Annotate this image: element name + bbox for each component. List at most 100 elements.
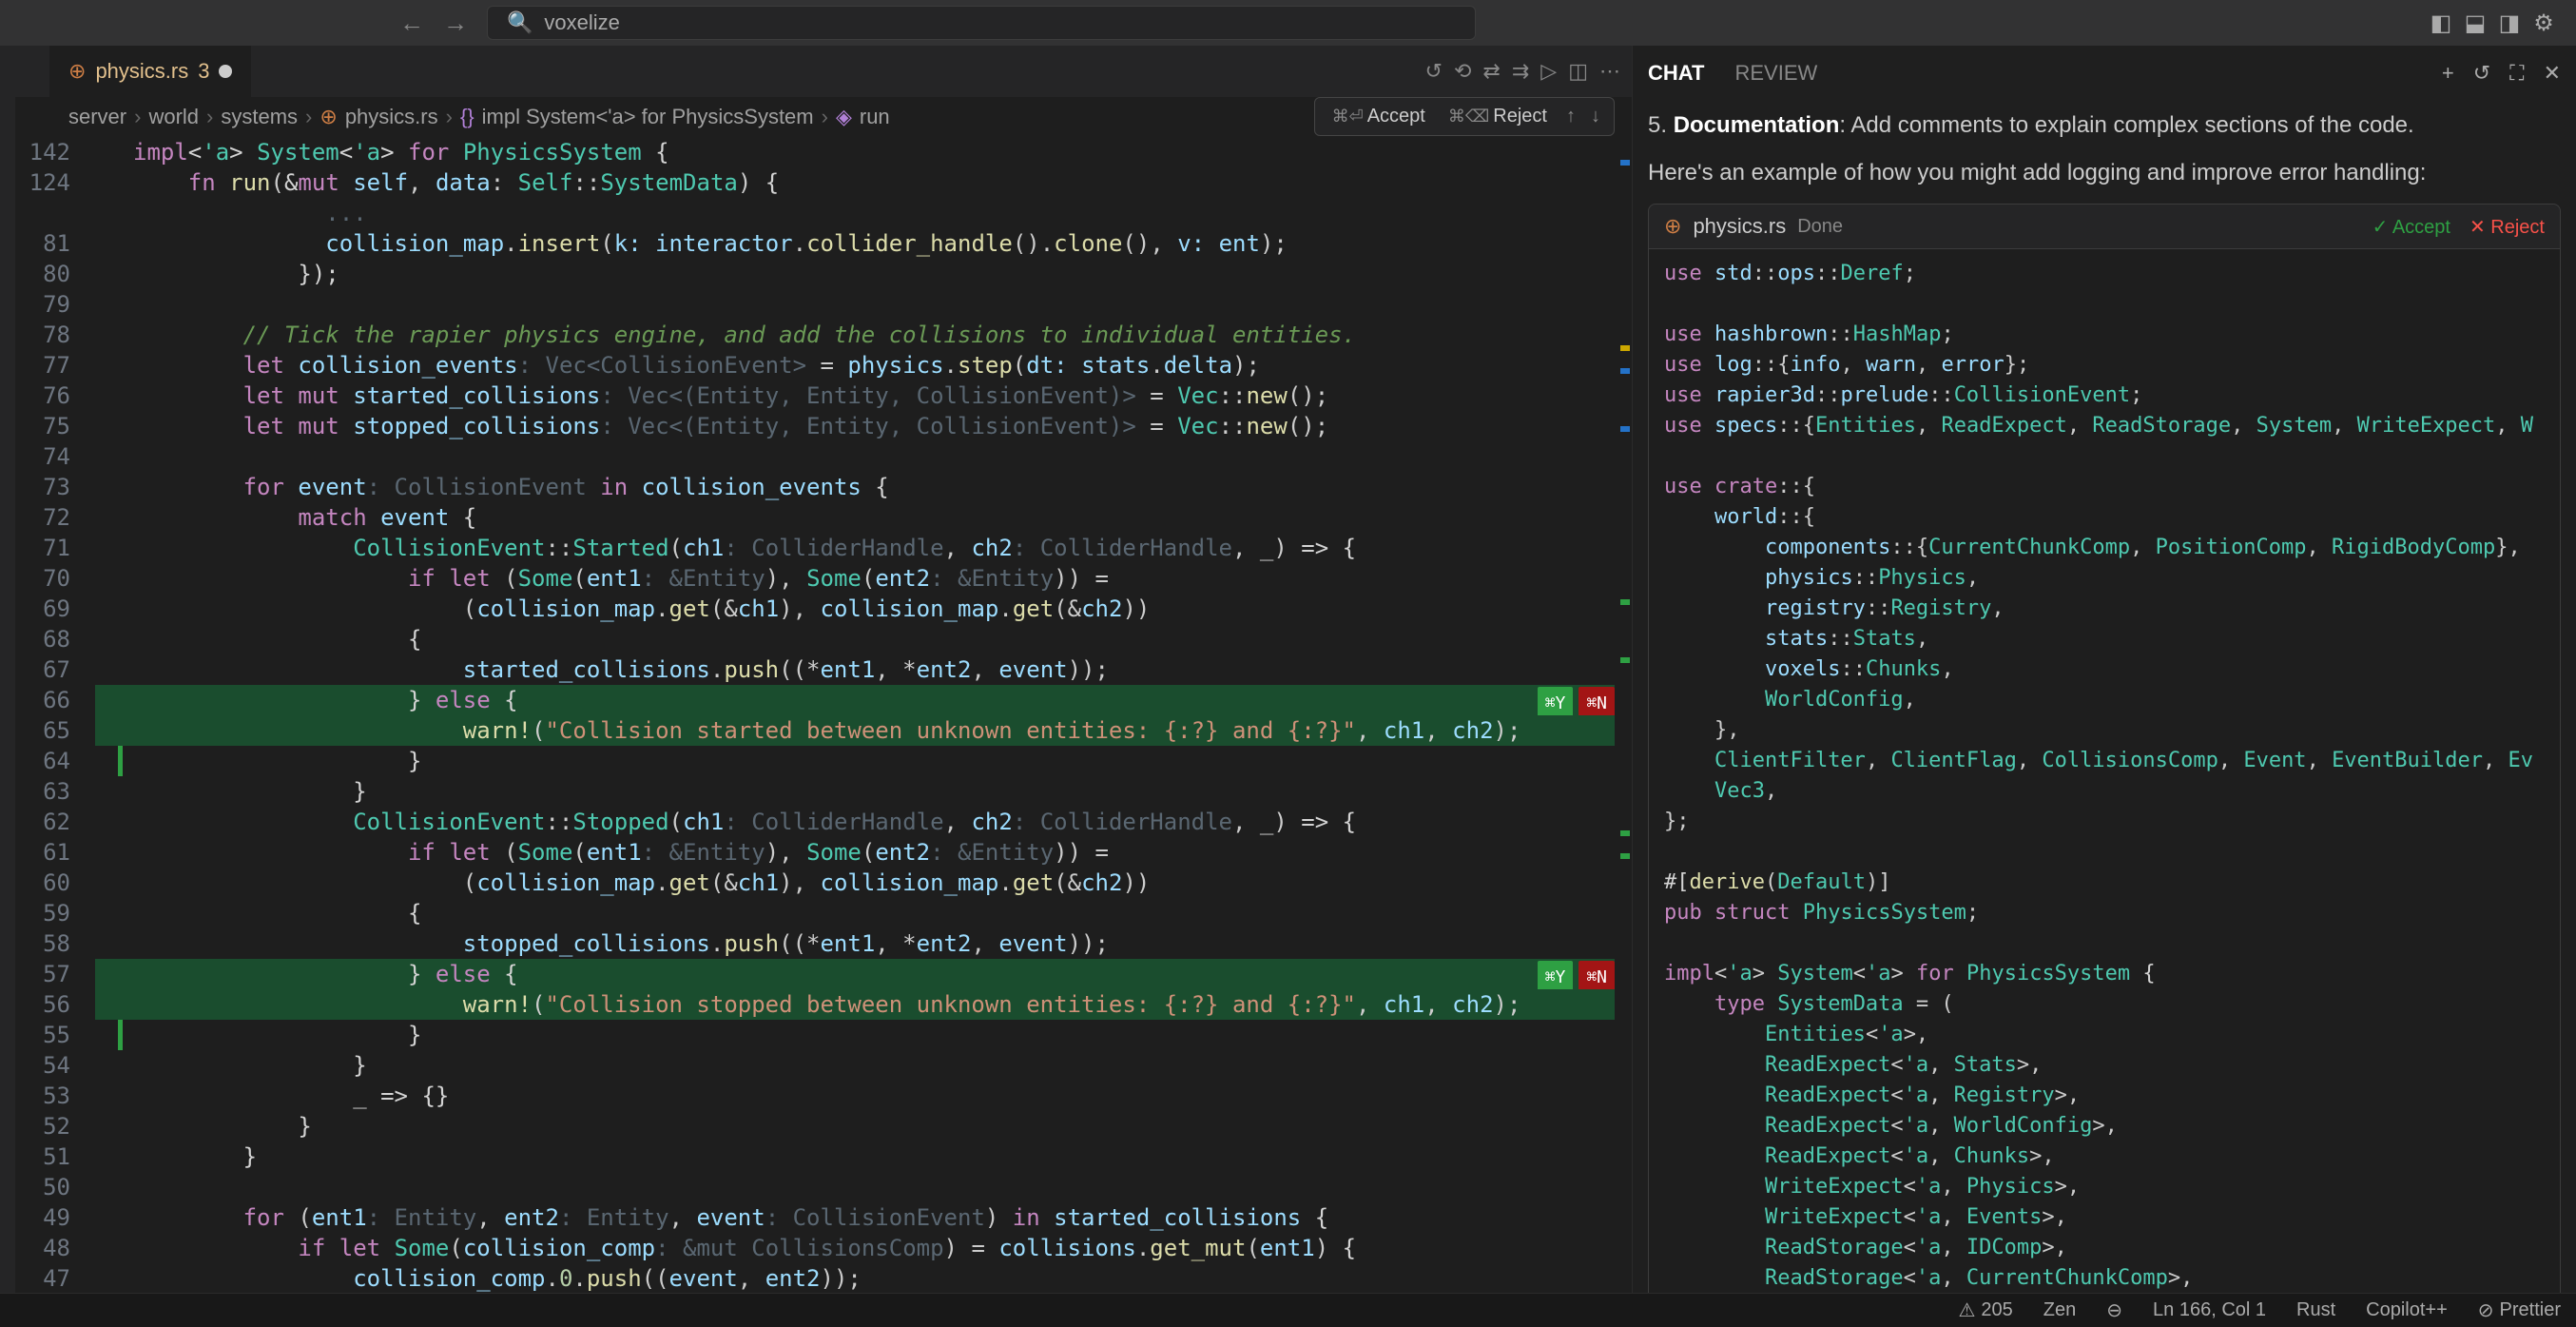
breadcrumb[interactable]: server › world › systems › ⊕ physics.rs … bbox=[15, 97, 1632, 137]
code-line[interactable]: 47 collision_comp.0.push((event, ent2)); bbox=[15, 1263, 1632, 1293]
line-number: 76 bbox=[15, 381, 95, 411]
rust-icon: ⊕ bbox=[1664, 214, 1681, 239]
code-line[interactable]: 64 } bbox=[15, 746, 1632, 776]
code-line[interactable]: 78 // Tick the rapier physics engine, an… bbox=[15, 320, 1632, 350]
code-line[interactable]: 55 } bbox=[15, 1020, 1632, 1050]
code-line[interactable]: 73 for event: CollisionEvent in collisio… bbox=[15, 472, 1632, 502]
code-line[interactable]: 54 } bbox=[15, 1050, 1632, 1081]
status-copilot[interactable]: Copilot++ bbox=[2366, 1299, 2448, 1321]
code-line[interactable]: 62 CollisionEvent::Stopped(ch1: Collider… bbox=[15, 807, 1632, 837]
namespace-icon: {} bbox=[460, 105, 475, 129]
file-card-filename[interactable]: physics.rs bbox=[1693, 214, 1786, 239]
line-number: 56 bbox=[15, 989, 95, 1020]
crumb-impl[interactable]: impl System<'a> for PhysicsSystem bbox=[482, 105, 814, 129]
code-line[interactable]: 79 bbox=[15, 289, 1632, 320]
code-line[interactable]: 124 fn run(&mut self, data: Self::System… bbox=[15, 167, 1632, 198]
command-center[interactable]: 🔍 voxelize bbox=[487, 6, 1476, 40]
nav-back-icon[interactable]: ← bbox=[399, 9, 424, 38]
code-line[interactable]: 50 bbox=[15, 1172, 1632, 1202]
chat-panel: CHAT REVIEW + ↺ ⛶ ✕ 5. Documentation: Ad… bbox=[1632, 46, 2576, 1293]
tab-review[interactable]: REVIEW bbox=[1734, 55, 1817, 91]
status-position[interactable]: Ln 166, Col 1 bbox=[2153, 1299, 2266, 1321]
code-line[interactable]: 67 started_collisions.push((*ent1, *ent2… bbox=[15, 654, 1632, 685]
tab-chat[interactable]: CHAT bbox=[1648, 55, 1704, 91]
code-line[interactable]: 60 (collision_map.get(&ch1), collision_m… bbox=[15, 868, 1632, 898]
code-line[interactable]: 68 { bbox=[15, 624, 1632, 654]
status-language[interactable]: Rust bbox=[2296, 1299, 2335, 1321]
crumb-file[interactable]: physics.rs bbox=[345, 105, 438, 129]
expand-icon[interactable]: ⛶ bbox=[2509, 61, 2524, 86]
line-number: 81 bbox=[15, 228, 95, 259]
discard-icon[interactable]: ⟲ bbox=[1454, 59, 1471, 84]
crumb-server[interactable]: server bbox=[68, 105, 126, 129]
code-line[interactable]: 48 if let Some(collision_comp: &mut Coll… bbox=[15, 1233, 1632, 1263]
compare-icon[interactable]: ⇄ bbox=[1482, 59, 1500, 84]
code-line[interactable]: 74 bbox=[15, 441, 1632, 472]
layout-right-icon[interactable]: ◨ bbox=[2496, 10, 2523, 36]
crumb-systems[interactable]: systems bbox=[221, 105, 298, 129]
code-line[interactable]: 52 } bbox=[15, 1111, 1632, 1142]
history-icon[interactable]: ↺ bbox=[1425, 59, 1443, 84]
accept-button[interactable]: ⌘⏎Accept bbox=[1323, 102, 1435, 131]
search-icon: 🔍 bbox=[507, 10, 533, 35]
code-line[interactable]: 56 warn!("Collision stopped between unkn… bbox=[15, 989, 1632, 1020]
close-icon[interactable]: ✕ bbox=[2544, 61, 2561, 86]
code-line[interactable]: 76 let mut started_collisions: Vec<(Enti… bbox=[15, 381, 1632, 411]
split-icon[interactable]: ◫ bbox=[1568, 59, 1588, 84]
line-number: 70 bbox=[15, 563, 95, 594]
overview-ruler[interactable] bbox=[1615, 137, 1632, 1293]
status-prettier[interactable]: ⊘ Prettier bbox=[2478, 1298, 2561, 1322]
code-line[interactable]: 49 for (ent1: Entity, ent2: Entity, even… bbox=[15, 1202, 1632, 1233]
code-line[interactable]: 81 collision_map.insert(k: interactor.co… bbox=[15, 228, 1632, 259]
crumb-run[interactable]: run bbox=[860, 105, 890, 129]
code-editor[interactable]: 142impl<'a> System<'a> for PhysicsSystem… bbox=[15, 137, 1632, 1293]
code-line[interactable]: 59 { bbox=[15, 898, 1632, 928]
run-icon[interactable]: ▷ bbox=[1540, 59, 1557, 84]
next-diff-icon[interactable]: ⇉ bbox=[1512, 59, 1529, 84]
new-chat-icon[interactable]: + bbox=[2442, 61, 2454, 86]
code-line[interactable]: 58 stopped_collisions.push((*ent1, *ent2… bbox=[15, 928, 1632, 959]
code-line[interactable]: 75 let mut stopped_collisions: Vec<(Enti… bbox=[15, 411, 1632, 441]
line-number: 66 bbox=[15, 685, 95, 715]
tab-physics[interactable]: ⊕ physics.rs 3 bbox=[49, 46, 252, 97]
status-zoom-icon[interactable]: ⊖ bbox=[2106, 1298, 2122, 1322]
prev-diff-icon[interactable]: ↑ bbox=[1560, 106, 1581, 127]
code-line[interactable]: 69 (collision_map.get(&ch1), collision_m… bbox=[15, 594, 1632, 624]
code-line[interactable]: 77 let collision_events: Vec<CollisionEv… bbox=[15, 350, 1632, 381]
line-number: 57 bbox=[15, 959, 95, 989]
line-number bbox=[15, 198, 95, 228]
line-number: 69 bbox=[15, 594, 95, 624]
code-line[interactable]: 70 if let (Some(ent1: &Entity), Some(ent… bbox=[15, 563, 1632, 594]
code-line[interactable]: 61 if let (Some(ent1: &Entity), Some(ent… bbox=[15, 837, 1632, 868]
more-icon[interactable]: ⋯ bbox=[1599, 59, 1620, 84]
code-line[interactable]: 63 } bbox=[15, 776, 1632, 807]
code-line[interactable]: 65 warn!("Collision started between unkn… bbox=[15, 715, 1632, 746]
code-line[interactable]: 57 } else {⌘Y⌘N bbox=[15, 959, 1632, 989]
status-zen[interactable]: Zen bbox=[2043, 1299, 2076, 1321]
code-line[interactable]: 66 } else {⌘Y⌘N bbox=[15, 685, 1632, 715]
code-line[interactable]: ... bbox=[15, 198, 1632, 228]
history-icon[interactable]: ↺ bbox=[2473, 61, 2490, 86]
file-card-code: use std::ops::Deref; use hashbrown::Hash… bbox=[1649, 249, 2560, 1293]
layout-left-icon[interactable]: ◧ bbox=[2428, 10, 2454, 36]
reject-button[interactable]: ⌘⌫Reject bbox=[1439, 102, 1557, 131]
line-number: 78 bbox=[15, 320, 95, 350]
code-line[interactable]: 72 match event { bbox=[15, 502, 1632, 533]
code-line[interactable]: 53 _ => {} bbox=[15, 1081, 1632, 1111]
file-reject-button[interactable]: ✕ Reject bbox=[2469, 215, 2545, 239]
crumb-world[interactable]: world bbox=[148, 105, 199, 129]
code-line[interactable]: 142impl<'a> System<'a> for PhysicsSystem… bbox=[15, 137, 1632, 167]
file-accept-button[interactable]: ✓ Accept bbox=[2373, 215, 2450, 239]
code-line[interactable]: 71 CollisionEvent::Started(ch1: Collider… bbox=[15, 533, 1632, 563]
code-line[interactable]: 80 }); bbox=[15, 259, 1632, 289]
code-line[interactable]: 51 } bbox=[15, 1142, 1632, 1172]
line-number: 80 bbox=[15, 259, 95, 289]
gear-icon[interactable]: ⚙ bbox=[2530, 10, 2557, 36]
status-problems[interactable]: ⚠ 205 bbox=[1958, 1298, 2012, 1322]
line-number: 47 bbox=[15, 1263, 95, 1293]
next-diff-icon[interactable]: ↓ bbox=[1585, 106, 1606, 127]
nav-forward-icon[interactable]: → bbox=[443, 9, 468, 38]
inline-accept-reject: ⌘⏎Accept ⌘⌫Reject ↑ ↓ bbox=[1314, 97, 1615, 136]
layout-bottom-icon[interactable]: ⬓ bbox=[2462, 10, 2489, 36]
line-number: 53 bbox=[15, 1081, 95, 1111]
